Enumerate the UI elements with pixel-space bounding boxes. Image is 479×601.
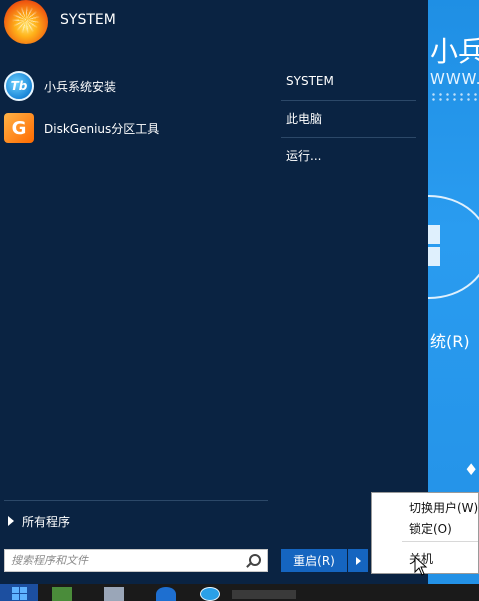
power-options-button[interactable] <box>348 549 368 572</box>
wallpaper-decoration: ♦ <box>464 460 479 479</box>
taskbar <box>0 584 479 601</box>
menu-item-switch-user[interactable]: 切换用户(W) <box>372 496 479 518</box>
pinned-app-label: DiskGenius分区工具 <box>44 121 160 136</box>
chevron-right-icon <box>355 556 361 565</box>
pinned-app-diskgenius[interactable]: G DiskGenius分区工具 <box>0 110 270 146</box>
taskbar-app-icon[interactable] <box>104 587 124 601</box>
pinned-app-label: 小兵系统安装 <box>44 79 117 94</box>
wallpaper-url: WWW.X <box>430 70 479 88</box>
right-item-run[interactable]: 运行... <box>281 137 416 173</box>
start-button[interactable] <box>0 584 38 601</box>
search-input[interactable] <box>5 550 243 571</box>
all-programs-divider <box>4 500 268 501</box>
wallpaper-dots <box>430 92 479 102</box>
taskbar-app-label <box>232 590 296 599</box>
mouse-pointer-icon <box>414 556 428 576</box>
search-box[interactable] <box>4 549 268 572</box>
pinned-app-xiaobing[interactable]: Tb 小兵系统安装 <box>0 68 270 104</box>
user-name: SYSTEM <box>60 12 116 28</box>
all-programs-label: 所有程序 <box>22 514 71 529</box>
start-menu: SYSTEM Tb 小兵系统安装 G DiskGenius分区工具 SYSTEM… <box>0 0 428 584</box>
chevron-right-icon <box>8 516 14 526</box>
wallpaper-title: 小兵 <box>430 35 479 68</box>
taskbar-app-icon[interactable] <box>52 587 72 601</box>
menu-divider <box>402 541 478 542</box>
wallpaper-system-label: 统(R) <box>430 332 470 351</box>
taskbar-app-icon[interactable] <box>156 587 176 601</box>
search-icon[interactable] <box>243 551 263 571</box>
right-item-system[interactable]: SYSTEM <box>281 63 416 99</box>
avatar[interactable] <box>4 0 48 44</box>
xiaobing-install-icon: Tb <box>4 71 34 101</box>
menu-item-lock[interactable]: 锁定(O) <box>372 517 479 539</box>
taskbar-app-icon[interactable] <box>200 587 220 601</box>
right-item-this-pc[interactable]: 此电脑 <box>281 100 416 136</box>
diskgenius-icon: G <box>4 113 34 143</box>
all-programs-button[interactable]: 所有程序 <box>8 510 70 532</box>
windows-logo-icon <box>428 225 440 267</box>
restart-button[interactable]: 重启(R) <box>281 549 347 572</box>
